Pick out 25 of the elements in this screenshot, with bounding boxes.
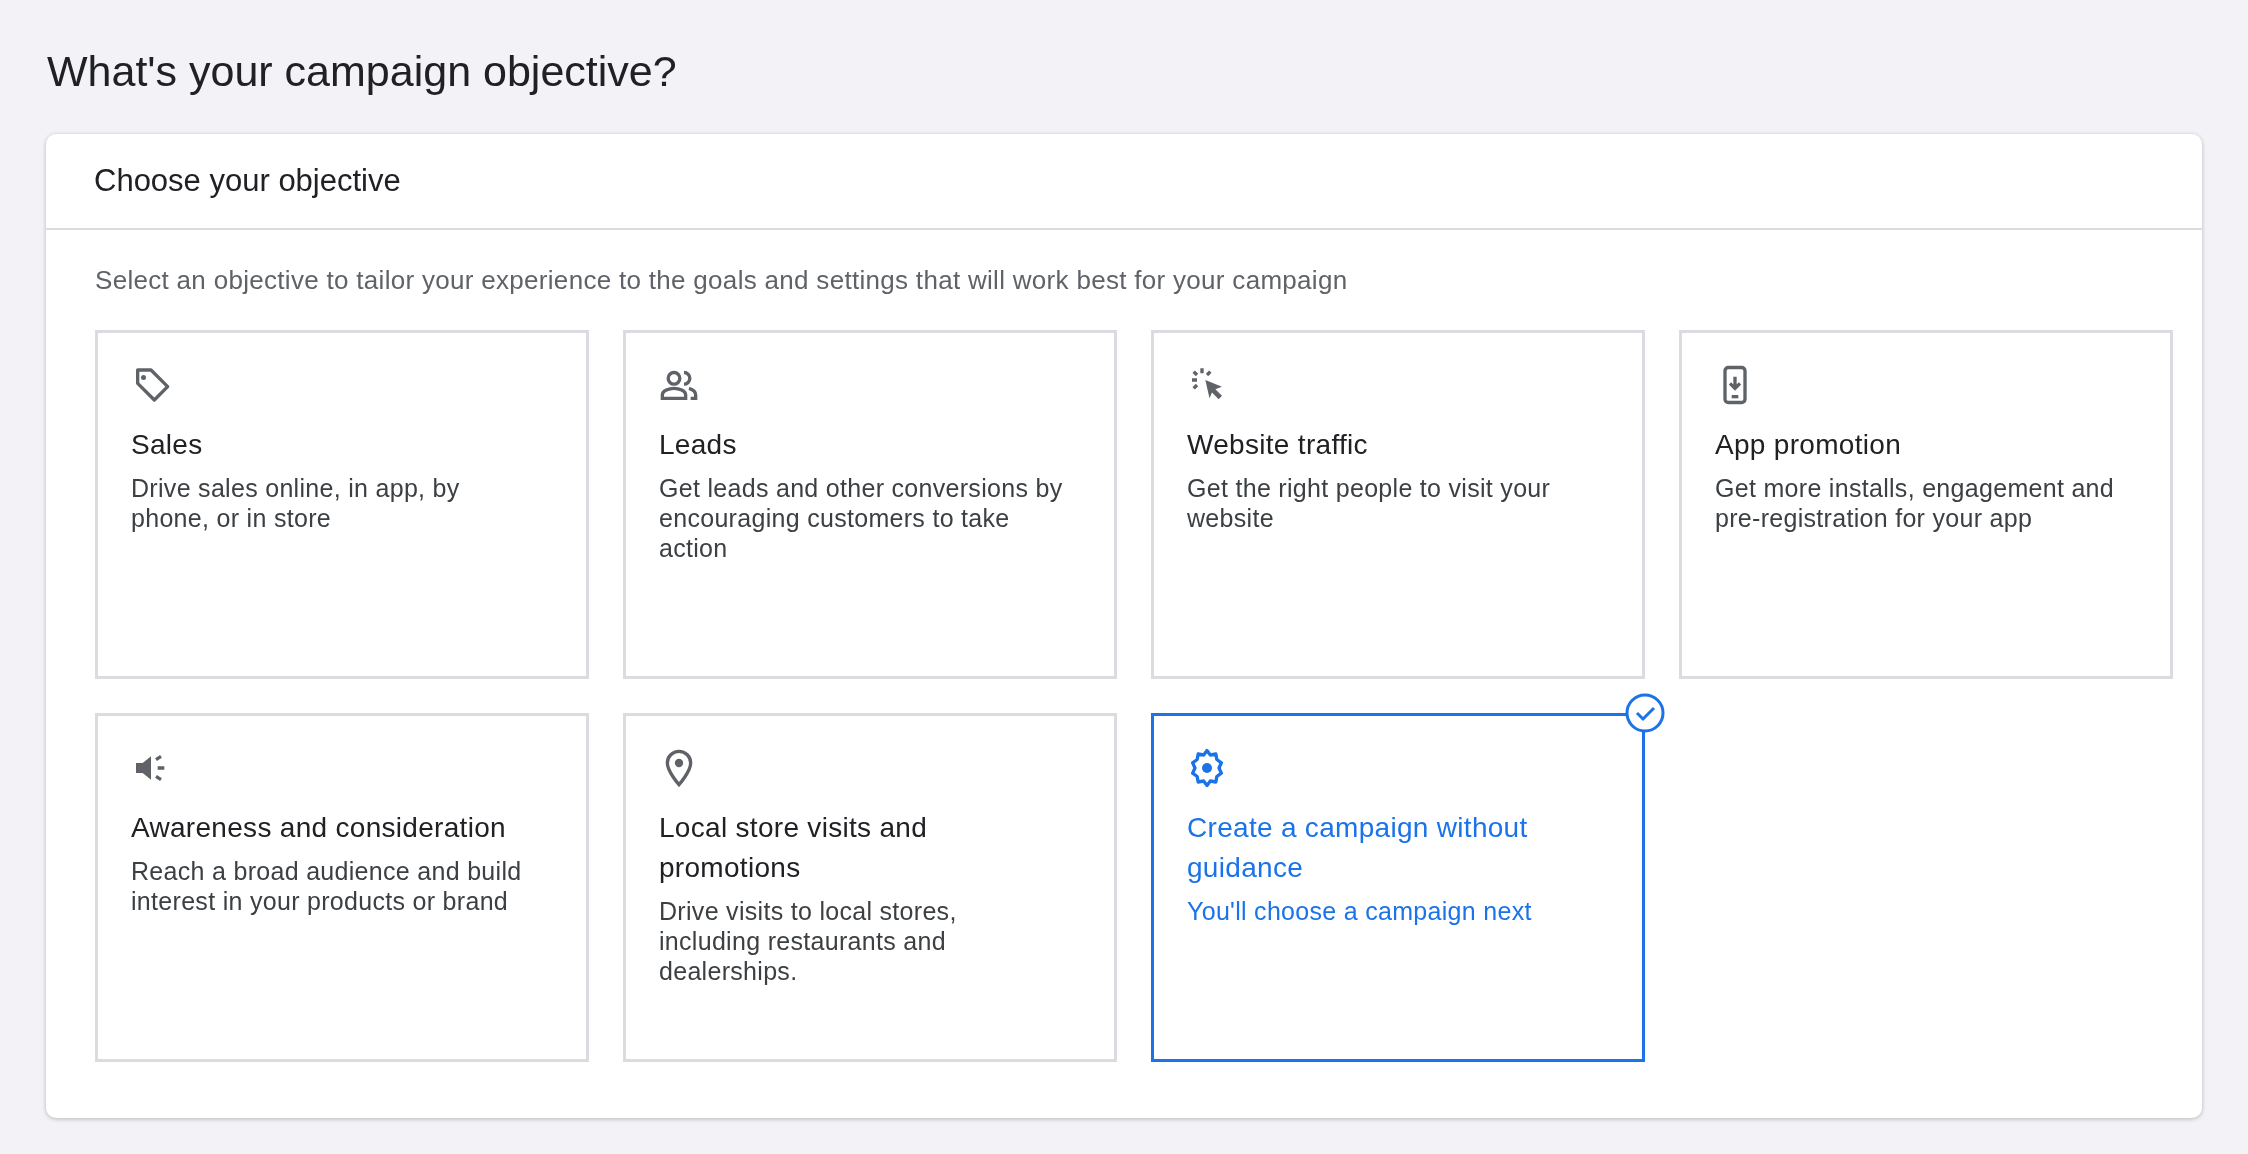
objective-card[interactable]: Leads Get leads and other conversions by encouraging customers to take action (623, 330, 1117, 679)
objective-title: Sales (131, 428, 204, 462)
page-title: What's your campaign objective? (47, 46, 678, 96)
objective-title: Website traffic (1187, 428, 1369, 462)
objective-card[interactable]: Website traffic Get the right people to visit your website (1151, 330, 1645, 679)
objective-card[interactable]: App promotion Get more installs, engagement and pre-registration for your app (1679, 330, 2173, 679)
objective-title: Leads (659, 428, 738, 462)
panel-title: Choose your objective (46, 134, 2202, 230)
objective-description: Get more installs, engagement and pre-registration for your app (1715, 473, 2115, 533)
objective-title: Awareness and consideration (131, 811, 507, 845)
objective-card[interactable]: Local store visits and promotions Drive visits to local stores, including restaurants and dealerships. (623, 713, 1117, 1062)
objective-description: Reach a broad audience and build interest in your products or brand (131, 856, 523, 916)
panel-description: Select an objective to tailor your experience to the goals and settings that will work best for your campaign (95, 264, 1349, 296)
objective-description: Drive visits to local stores, including restaurants and dealerships. (659, 896, 958, 986)
objective-title: Local store visits and promotions (659, 811, 929, 885)
objective-description: Get the right people to visit your website (1187, 473, 1552, 533)
objective-description: Drive sales online, in app, by phone, or in store (131, 473, 461, 533)
objective-description: You'll choose a campaign next (1187, 896, 1533, 926)
objective-title: App promotion (1715, 428, 1902, 462)
objective-card[interactable]: Sales Drive sales online, in app, by phone, or in store (95, 330, 589, 679)
objective-title: Create a campaign without guidance (1187, 811, 1529, 885)
objective-description: Get leads and other conversions by encouraging customers to take action (659, 473, 1064, 563)
check-circle-icon (1625, 693, 1665, 733)
objective-card[interactable]: Awareness and consideration Reach a broad audience and build interest in your products or brand (95, 713, 589, 1062)
objective-card[interactable]: Create a campaign without guidance You'll choose a campaign next (1151, 713, 1645, 1062)
